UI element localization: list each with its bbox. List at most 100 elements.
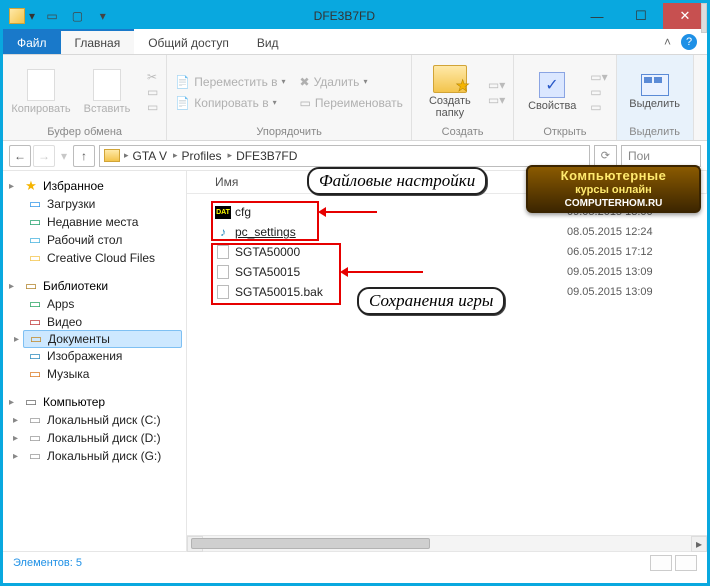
tree-item-desktop[interactable]: ▭Рабочий стол [3,231,186,249]
edit-icon[interactable]: ▭ [590,85,607,99]
qat-properties-icon[interactable]: ▭ [41,9,63,23]
delete-icon: ✖ [300,75,310,89]
properties-icon [539,72,565,98]
file-name: SGTA50015.bak [235,285,323,299]
ribbon-group-organize: 📄Переместить в▾ 📄Копировать в▾ ✖Удалить▾… [167,55,412,140]
file-date: 06.05.2015 17:12 [567,246,707,258]
properties-button[interactable]: Свойства [522,72,582,112]
window-buttons: — ☐ ✕ [575,3,707,29]
tree-section-libraries[interactable]: ▸▭Библиотеки [3,277,186,295]
settings-icon: ♪ [215,224,231,240]
scroll-thumb[interactable] [191,538,430,549]
paste-label: Вставить [84,103,131,115]
tree-item-apps[interactable]: ▭Apps [3,295,186,313]
file-list[interactable]: Имя Дата изменения DATcfg 09.05.2015 13:… [187,171,707,551]
select-button[interactable]: Выделить [625,74,685,110]
video-icon: ▭ [27,315,43,329]
open-icon[interactable]: ▭▾ [590,70,607,84]
tree-item-downloads[interactable]: ▭Загрузки [3,195,186,213]
crumb-0[interactable]: GTA V▸ [133,149,178,163]
copypath-icon[interactable]: ▭ [147,85,158,99]
tree-item-drive-d[interactable]: ▸▭Локальный диск (D:) [3,429,186,447]
tree-item-documents[interactable]: ▸▭Документы [23,330,182,348]
collapse-ribbon-icon[interactable]: ˄ [664,35,671,49]
history-icon[interactable]: ▭ [590,100,607,114]
status-text: Элементов: 5 [13,557,82,569]
horizontal-scrollbar[interactable]: ◂ ▸ [187,535,707,551]
view-large-button[interactable] [675,555,697,571]
file-icon [215,284,231,300]
qat-newfolder-icon[interactable]: ▢ [66,9,88,23]
view-details-button[interactable] [650,555,672,571]
new-folder-label: Создать папку [429,95,471,119]
refresh-button[interactable]: ⟳ [594,145,617,167]
paste-icon [93,69,121,101]
annotation-arrow [343,271,423,273]
file-row[interactable]: SGTA50000 06.05.2015 17:12 [187,242,707,262]
tree-item-creativecloud[interactable]: ▭Creative Cloud Files [3,249,186,267]
qat-chevron-icon[interactable]: ▾ [29,9,35,23]
star-icon: ★ [23,179,39,193]
tree-item-images[interactable]: ▭Изображения [3,347,186,365]
minimize-button[interactable]: — [575,3,619,29]
images-icon: ▭ [27,349,43,363]
file-icon [215,244,231,260]
documents-icon: ▭ [28,332,44,346]
tree-section-favorites[interactable]: ▸★Избранное [3,177,186,195]
file-name: pc_settings [235,225,296,239]
tree-section-computer[interactable]: ▸▭Компьютер [3,393,186,411]
cut-icon[interactable]: ✂ [147,70,158,84]
navigation-tree[interactable]: ▸★Избранное ▭Загрузки ▭Недавние места ▭Р… [3,171,187,551]
ribbon-tabs: Файл Главная Общий доступ Вид ˄ ? [3,29,707,55]
rename-icon: ▭ [300,96,311,110]
tree-item-video[interactable]: ▭Видео [3,313,186,331]
desktop-icon: ▭ [27,233,43,247]
pane-splitter[interactable] [186,3,190,567]
back-button[interactable]: ← [9,145,31,167]
search-input[interactable]: Пои [621,145,701,167]
tree-item-recent[interactable]: ▭Недавние места [3,213,186,231]
copyto-button[interactable]: 📄Копировать в▾ [175,93,285,113]
copy-button[interactable]: Копировать [11,69,71,115]
paste-button[interactable]: Вставить [77,69,137,115]
tab-file[interactable]: Файл [3,29,61,54]
group-title-new: Создать [420,125,505,138]
qat-dropdown-icon[interactable]: ▾ [92,9,114,23]
group-title-open: Открыть [522,125,607,138]
tab-view[interactable]: Вид [243,29,293,54]
annotation-arrow [321,211,377,213]
tab-main[interactable]: Главная [61,29,135,54]
delete-label: Удалить [314,75,360,89]
new-folder-button[interactable]: Создать папку [420,65,480,119]
file-date: 08.05.2015 12:24 [567,226,707,238]
tree-item-drive-g[interactable]: ▸▭Локальный диск (G:) [3,447,186,465]
pasteshortcut-icon[interactable]: ▭ [147,100,158,114]
moveto-button[interactable]: 📄Переместить в▾ [175,72,285,92]
scroll-right-button[interactable]: ▸ [691,536,707,552]
forward-button[interactable]: → [33,145,55,167]
copyto-label: Копировать в [194,96,268,110]
properties-label: Свойства [528,100,576,112]
up-button[interactable]: ↑ [73,145,95,167]
window-title: DFE3B7FD [114,9,575,23]
breadcrumbs[interactable]: ▸ GTA V▸ Profiles▸ DFE3B7FD [99,145,590,167]
tree-item-music[interactable]: ▭Музыка [3,365,186,383]
rename-button[interactable]: ▭Переименовать [300,93,403,113]
tree-item-drive-c[interactable]: ▸▭Локальный диск (C:) [3,411,186,429]
recent-icon: ▭ [27,215,43,229]
group-title-clipboard: Буфер обмена [11,125,158,138]
maximize-button[interactable]: ☐ [619,3,663,29]
history-dropdown[interactable]: ▾ [57,145,71,167]
easyaccess-icon[interactable]: ▭▾ [488,93,505,107]
select-icon [641,74,669,96]
file-row[interactable]: ♪ pc_settings 08.05.2015 12:24 [187,222,707,242]
file-row[interactable]: SGTA50015 09.05.2015 13:09 [187,262,707,282]
ribbon-group-select: Выделить Выделить [617,55,694,140]
group-title-select: Выделить [625,125,685,138]
dat-icon: DAT [215,206,231,219]
file-name: SGTA50000 [235,245,300,259]
newitem-icon[interactable]: ▭▾ [488,78,505,92]
help-icon[interactable]: ? [681,34,697,50]
crumb-2[interactable]: DFE3B7FD [236,149,297,163]
delete-button[interactable]: ✖Удалить▾ [300,72,403,92]
